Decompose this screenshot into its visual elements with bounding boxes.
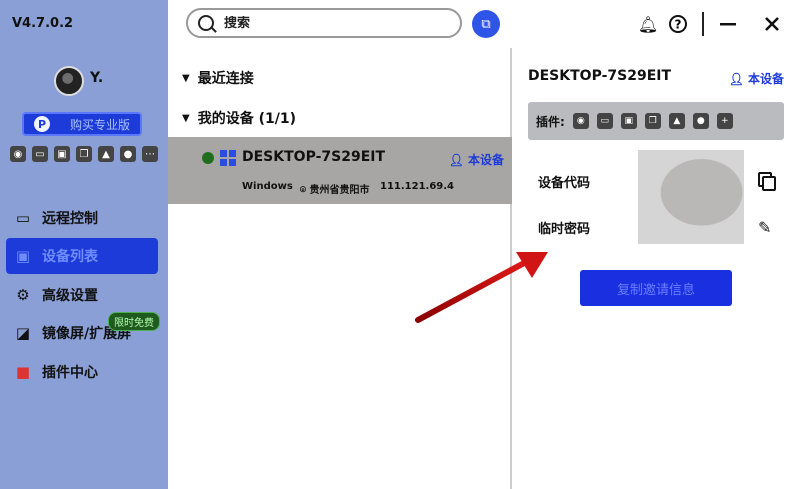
device-os: Windows	[242, 181, 293, 192]
bell-icon[interactable]: 🔔︎	[634, 10, 662, 38]
annotation-arrow-icon	[415, 252, 548, 323]
nav-label: 插件中心	[42, 365, 98, 381]
quick-icons: ◉ ▭ ▣ ❐ ▲ ● ⋯	[10, 146, 158, 162]
group-label: 我的设备 (1/1)	[197, 111, 296, 127]
minimize-icon[interactable]	[714, 10, 742, 38]
plugins-bar: 插件: ◉ ▭ ▣ ❐ ▲ ● +	[528, 102, 784, 140]
temp-password-label: 临时密码	[538, 222, 591, 237]
more-icon[interactable]: ⋯	[142, 146, 158, 162]
remote-control-icon: ▭	[15, 209, 31, 227]
gamepad-icon[interactable]: ◉	[10, 146, 26, 162]
remote-connect-icon[interactable]: ⧉	[472, 10, 500, 38]
nav-label: 设备列表	[42, 249, 98, 265]
plugin-center-icon: ■	[15, 363, 31, 381]
nav-item-plugin-center[interactable]: ■ 插件中心	[6, 354, 158, 390]
device-list-icon: ▣	[15, 247, 31, 265]
monitor-icon[interactable]: ▭	[596, 113, 613, 129]
record-icon[interactable]: ●	[692, 113, 709, 129]
mirror-screen-icon: ◪	[15, 324, 31, 342]
copy-icon[interactable]	[758, 172, 776, 191]
username: Y.	[90, 70, 104, 86]
this-device-label: 👤︎ 本设备	[448, 153, 504, 167]
caret-down-icon: ▼	[182, 72, 190, 84]
screen-icon[interactable]: ▣	[54, 146, 70, 162]
copy-invite-button[interactable]: 复制邀请信息	[580, 270, 732, 306]
search-icon	[198, 15, 214, 31]
nav-item-device-list[interactable]: ▣ 设备列表	[6, 238, 158, 274]
nav-item-remote-control[interactable]: ▭ 远程控制	[6, 200, 158, 236]
toolbar-separator	[702, 12, 704, 36]
group-label: 最近连接	[197, 71, 254, 87]
this-device-text: 本设备	[467, 153, 504, 167]
windows-logo-icon	[220, 150, 236, 166]
rocket-icon[interactable]: ▲	[98, 146, 114, 162]
limited-free-badge: 限时免费	[108, 312, 160, 331]
screen-icon[interactable]: ▣	[620, 113, 637, 129]
avatar[interactable]	[54, 66, 84, 96]
search-box[interactable]	[186, 8, 462, 38]
online-status-dot	[202, 152, 214, 164]
this-device-text: 本设备	[747, 72, 784, 86]
top-bar: ⧉ 🔔︎ ?	[168, 0, 800, 48]
search-input[interactable]	[224, 15, 424, 31]
device-name: DESKTOP-7S29EIT	[242, 149, 386, 165]
rocket-icon[interactable]: ▲	[668, 113, 685, 129]
detail-this-device-label: 👤︎ 本设备	[728, 72, 784, 86]
window-icon[interactable]: ❐	[644, 113, 661, 129]
device-ip: 111.121.69.4	[380, 181, 455, 192]
pro-icon: P	[34, 116, 50, 132]
detail-device-name: DESKTOP-7S29EIT	[528, 68, 672, 84]
svg-text:?: ?	[675, 18, 682, 32]
window-icon[interactable]: ❐	[76, 146, 92, 162]
group-my-devices[interactable]: ▼ 我的设备 (1/1)	[182, 108, 296, 128]
caret-down-icon: ▼	[182, 112, 190, 124]
masked-code-area	[638, 150, 744, 244]
record-icon[interactable]: ●	[120, 146, 136, 162]
edit-icon[interactable]: ✎	[758, 218, 771, 237]
nav-item-advanced-settings[interactable]: ⚙ 高级设置	[6, 277, 158, 313]
device-row[interactable]: DESKTOP-7S29EIT 👤︎ 本设备 Windows ⌾ 贵州省贵阳市 …	[168, 137, 512, 204]
help-icon[interactable]: ?	[664, 10, 692, 38]
plugins-label: 插件:	[536, 114, 565, 129]
buy-pro-label: 购买专业版	[70, 117, 131, 132]
monitor-icon[interactable]: ▭	[32, 146, 48, 162]
app-version: V4.7.0.2	[12, 16, 74, 31]
location-text: 贵州省贵阳市	[309, 185, 370, 196]
settings-icon: ⚙	[16, 286, 30, 304]
device-location: ⌾ 贵州省贵阳市	[300, 185, 370, 196]
close-icon[interactable]	[758, 10, 786, 38]
gamepad-icon[interactable]: ◉	[572, 113, 589, 129]
group-recent[interactable]: ▼ 最近连接	[182, 68, 254, 88]
device-code-label: 设备代码	[538, 176, 591, 191]
nav-label: 远程控制	[42, 211, 98, 227]
nav-label: 高级设置	[42, 288, 98, 304]
buy-pro-button[interactable]: P 购买专业版	[22, 112, 142, 136]
sidebar: V4.7.0.2 Y. P 购买专业版 ◉ ▭ ▣ ❐ ▲ ● ⋯ ▭ 远程控制…	[0, 0, 168, 489]
add-icon[interactable]: +	[716, 113, 733, 129]
